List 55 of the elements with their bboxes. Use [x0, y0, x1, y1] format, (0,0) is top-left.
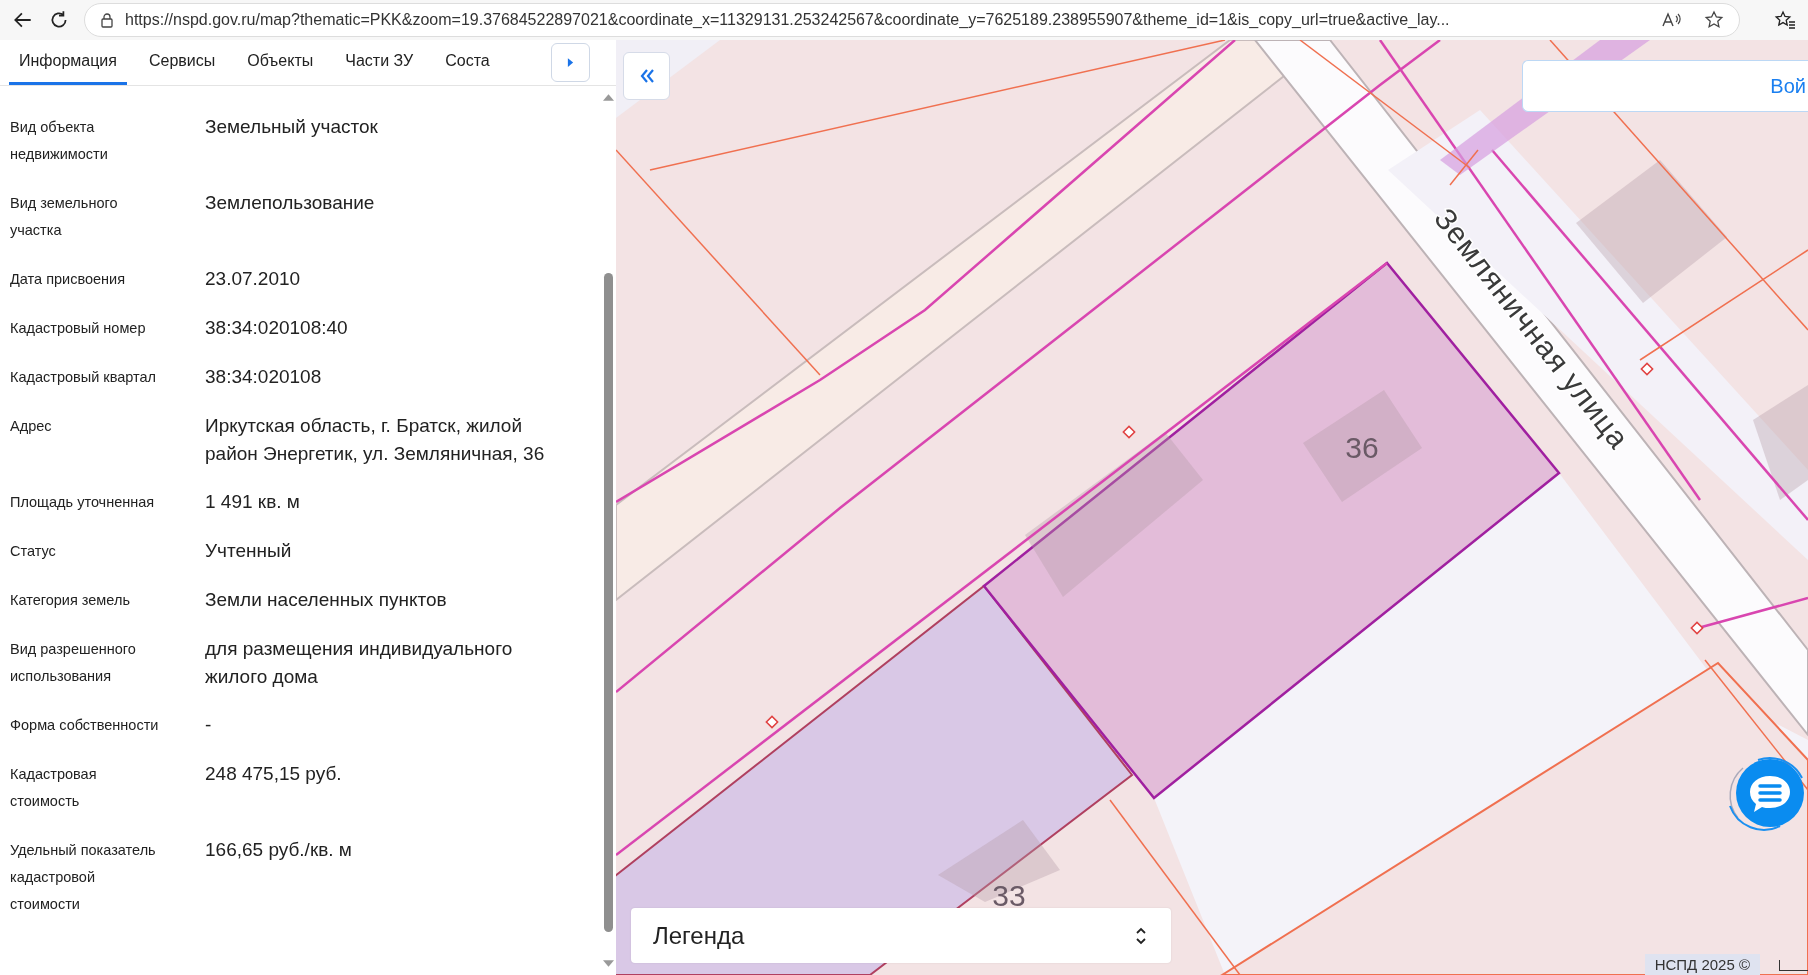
- field-value: -: [205, 713, 213, 737]
- field-label: Статус: [10, 542, 57, 561]
- field-value: 23.07.2010: [205, 267, 302, 291]
- tab[interactable]: Части ЗУ: [335, 40, 424, 85]
- scale-bar: [1779, 960, 1808, 971]
- field-value: Иркутская область, г. Братск, жилой район Энергетик, ул. Земляничная, 36: [205, 414, 545, 466]
- field-value: Земли населенных пунктов: [205, 588, 448, 612]
- tab[interactable]: Соста: [435, 40, 500, 85]
- legend-panel[interactable]: Легенда: [631, 908, 1171, 963]
- address-bar[interactable]: https://nspd.gov.ru/map?thematic=PKK&zoom=19.37684522897021&coordinate_x=11329131.253242567&coordinate_y=7625189.238955907&theme_id=1&is_copy_url=true&active_lay...: [84, 3, 1740, 37]
- field-label: Категория земель: [10, 591, 131, 610]
- field-value: 38:34:020108:40: [205, 316, 349, 340]
- field-value: для размещения индивидуального жилого дома: [205, 637, 514, 689]
- scrollbar-thumb[interactable]: [603, 273, 613, 932]
- scroll-down-icon[interactable]: [602, 960, 614, 967]
- star-icon[interactable]: [1703, 10, 1725, 30]
- field-label: Вид земельного участка: [10, 194, 119, 240]
- url-text: https://nspd.gov.ru/map?thematic=PKK&zoom=19.37684522897021&coordinate_x=11329131.253242567&coordinate_y=7625189.238955907&theme_id=1&is_copy_url=true&active_lay...: [125, 11, 1451, 29]
- field-label: Дата присвоения: [10, 270, 127, 289]
- tab[interactable]: Объекты: [237, 40, 324, 85]
- boundary-point: [1690, 621, 1704, 635]
- field-label: Удельный показатель кадастровой стоимости: [10, 841, 157, 914]
- field-label: Форма собственности: [10, 716, 160, 735]
- building-footprint[interactable]: [1025, 432, 1203, 597]
- collapse-panel-button[interactable]: [623, 52, 670, 100]
- tab[interactable]: Сервисы: [138, 40, 226, 85]
- field-value: 38:34:020108: [205, 365, 323, 389]
- field-label: Вид объекта недвижимости: [10, 118, 109, 164]
- field-label: Кадастровый квартал: [10, 368, 157, 387]
- tab[interactable]: Информация: [9, 40, 127, 85]
- scroll-up-icon[interactable]: [602, 94, 614, 101]
- land-parcel[interactable]: [1218, 661, 1808, 975]
- field-value: Землепользование: [205, 191, 376, 215]
- field-value: Земельный участок: [205, 115, 379, 139]
- double-chevron-left-icon: [638, 69, 655, 83]
- parcel-number: 36: [1345, 431, 1379, 464]
- field-value: 1 491 кв. м: [205, 490, 301, 514]
- field-label: Вид разрешенного использования: [10, 640, 137, 686]
- boundary-point: [1640, 362, 1654, 376]
- field-value: Учтенный: [205, 539, 293, 563]
- field-label: Кадастровый номер: [10, 319, 147, 338]
- boundary-point: [1122, 425, 1136, 439]
- legend-title: Легенда: [653, 921, 745, 950]
- boundary-point: [765, 715, 779, 729]
- field-label: Адрес: [10, 417, 53, 436]
- copyright-label: НСПД 2025 ©: [1644, 954, 1760, 975]
- login-button[interactable]: Вой: [1522, 60, 1808, 112]
- field-value: 248 475,15 руб.: [205, 762, 343, 786]
- field-label: Кадастровая стоимость: [10, 765, 98, 811]
- lock-icon[interactable]: [99, 12, 115, 28]
- favorites-icon[interactable]: [1774, 9, 1796, 31]
- building-footprint[interactable]: [1753, 385, 1808, 500]
- field-label: Площадь уточненная: [10, 493, 156, 512]
- field-value: 166,65 руб./кв. м: [205, 838, 353, 862]
- caret-icon: [567, 58, 574, 67]
